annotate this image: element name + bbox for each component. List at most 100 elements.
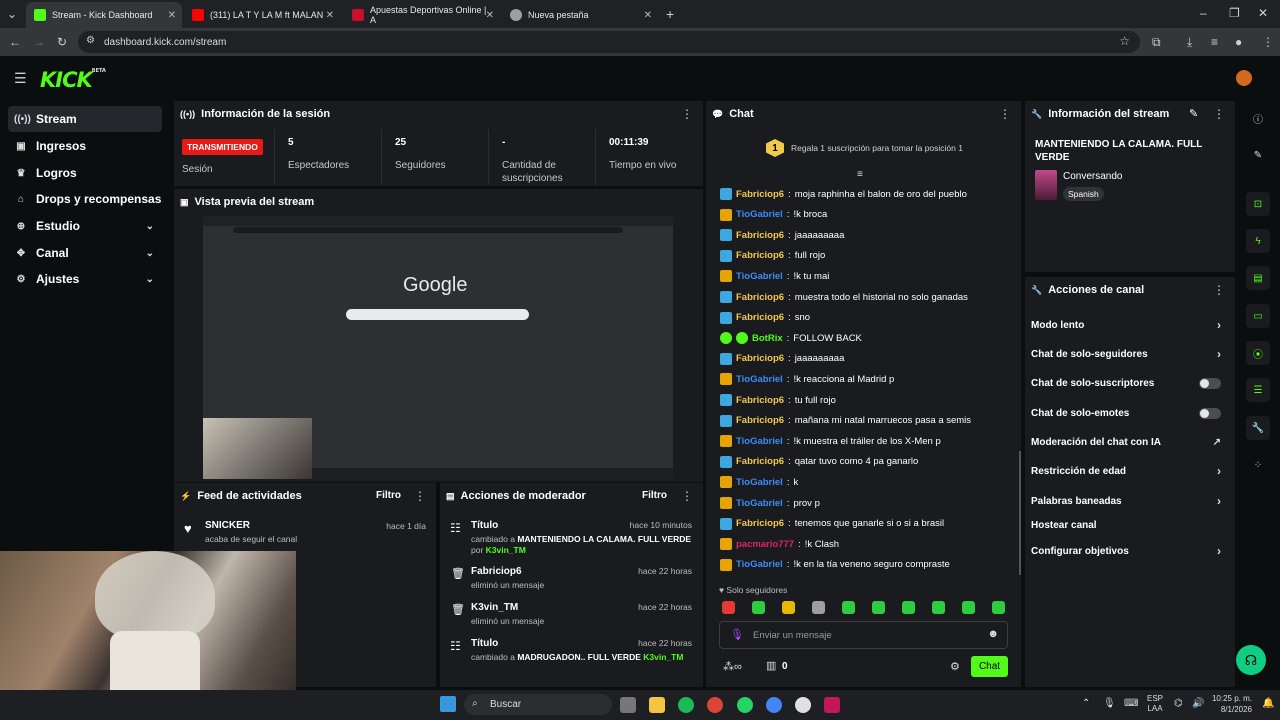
notes-icon[interactable]: ▤ bbox=[1246, 266, 1270, 290]
chat-icon[interactable]: ▭ bbox=[1246, 304, 1270, 328]
network-icon[interactable]: ⌬ bbox=[1174, 698, 1183, 709]
microphone-icon[interactable]: 🎙 bbox=[1103, 698, 1116, 709]
chat-username[interactable]: TioGabriel bbox=[736, 374, 783, 385]
desc-user[interactable]: K3vin_TM bbox=[643, 652, 683, 662]
chat-username[interactable]: TioGabriel bbox=[736, 498, 783, 509]
notification-bell-icon[interactable]: 🔔 bbox=[1262, 698, 1274, 709]
profile-avatar-icon[interactable]: ● bbox=[1235, 35, 1242, 49]
volume-icon[interactable]: 🔊 bbox=[1192, 698, 1204, 709]
store-icon[interactable]: ▥ bbox=[766, 659, 776, 672]
emote-shortcut-icon[interactable] bbox=[812, 601, 825, 614]
action-ai-moderation[interactable]: Moderación del chat con IA ↗ bbox=[1031, 432, 1227, 452]
tab-kick-dashboard[interactable]: Stream - Kick Dashboard ✕ bbox=[26, 2, 182, 28]
desc-user[interactable]: K3vin_TM bbox=[486, 545, 526, 555]
emote-shortcut-icon[interactable] bbox=[782, 601, 795, 614]
maximize-icon[interactable]: ❐ bbox=[1229, 6, 1240, 20]
chat-send-button[interactable]: Chat bbox=[971, 656, 1008, 677]
chat-username[interactable]: Fabriciop6 bbox=[736, 230, 784, 241]
tray-chevron-icon[interactable]: ⌃ bbox=[1082, 698, 1090, 709]
taskbar-search-box[interactable]: ⌕ Buscar bbox=[464, 694, 612, 715]
info-icon[interactable]: ⓘ bbox=[1246, 106, 1270, 130]
raid-icon[interactable]: ⊡ bbox=[1246, 192, 1270, 216]
subs-only-toggle[interactable] bbox=[1199, 377, 1221, 389]
sidebar-item-ajustes[interactable]: ⚙ Ajustes ⌄ bbox=[8, 266, 162, 292]
spotify-icon[interactable] bbox=[678, 697, 694, 713]
chat-username[interactable]: TioGabriel bbox=[736, 209, 783, 220]
app-icon[interactable] bbox=[824, 697, 840, 713]
sidebar-item-stream[interactable]: ((•)) Stream bbox=[8, 106, 162, 132]
address-bar[interactable]: ⚙ dashboard.kick.com/stream ☆ bbox=[78, 31, 1140, 53]
pinned-collapse-icon[interactable]: ≡ bbox=[857, 169, 863, 180]
windows-start-icon[interactable] bbox=[440, 696, 456, 712]
emote-shortcut-icon[interactable] bbox=[842, 601, 855, 614]
sidebar-item-estudio[interactable]: ⊕ Estudio ⌄ bbox=[8, 213, 162, 239]
close-tab-icon[interactable]: ✕ bbox=[168, 10, 176, 21]
modactions-filter-button[interactable]: Filtro bbox=[642, 490, 667, 501]
category-thumbnail[interactable] bbox=[1035, 170, 1057, 200]
chat-username[interactable]: TioGabriel bbox=[736, 436, 783, 447]
emotes-only-toggle[interactable] bbox=[1199, 407, 1221, 419]
new-tab-icon[interactable]: + bbox=[666, 6, 674, 22]
language-indicator[interactable]: ESP LAA bbox=[1147, 694, 1163, 714]
chat-username[interactable]: Fabriciop6 bbox=[736, 353, 784, 364]
widgets-icon[interactable]: ⁘ bbox=[1246, 453, 1270, 477]
reading-list-icon[interactable]: ≡ bbox=[1211, 35, 1218, 49]
emote-shortcut-icon[interactable] bbox=[722, 601, 735, 614]
emote-shortcut-icon[interactable] bbox=[932, 601, 945, 614]
keyboard-icon[interactable]: ⌨ bbox=[1124, 698, 1138, 709]
infinite-points-icon[interactable]: ⁂∞ bbox=[723, 660, 742, 673]
emoji-picker-icon[interactable]: ☻ bbox=[987, 628, 999, 640]
broadcast-icon[interactable]: ⦿ bbox=[1246, 341, 1270, 365]
emote-shortcut-icon[interactable] bbox=[992, 601, 1005, 614]
chrome-active-icon[interactable] bbox=[766, 697, 782, 713]
lightning-icon[interactable]: ϟ bbox=[1246, 229, 1270, 253]
chat-username[interactable]: Fabriciop6 bbox=[736, 312, 784, 323]
whatsapp-icon[interactable] bbox=[737, 697, 753, 713]
kebab-menu-icon[interactable]: ⋮ bbox=[999, 107, 1011, 121]
tools-icon[interactable]: 🔧 bbox=[1246, 416, 1270, 440]
kebab-menu-icon[interactable]: ⋮ bbox=[1213, 107, 1225, 121]
chat-username[interactable]: Fabriciop6 bbox=[736, 518, 784, 529]
sidebar-item-ingresos[interactable]: ▣ Ingresos bbox=[8, 133, 162, 159]
chat-username[interactable]: Fabriciop6 bbox=[736, 250, 784, 261]
action-slow-mode[interactable]: Modo lento › bbox=[1031, 315, 1227, 335]
chat-username[interactable]: pacmario777 bbox=[736, 539, 794, 550]
layout-icon[interactable]: ☰ bbox=[1246, 378, 1270, 402]
bookmark-star-icon[interactable]: ☆ bbox=[1119, 34, 1130, 48]
kebab-menu-icon[interactable]: ⋮ bbox=[681, 107, 693, 121]
back-icon[interactable]: ← bbox=[9, 35, 21, 49]
sidebar-item-logros[interactable]: ♛ Logros bbox=[8, 160, 162, 186]
chat-username[interactable]: Fabriciop6 bbox=[736, 395, 784, 406]
tab-search-icon[interactable]: ⌄ bbox=[7, 7, 17, 21]
kebab-menu-icon[interactable]: ⋮ bbox=[414, 489, 426, 503]
action-followers-only[interactable]: Chat de solo-seguidores › bbox=[1031, 344, 1227, 364]
edit-pencil-icon[interactable]: ✎ bbox=[1189, 107, 1198, 120]
chat-settings-gear-icon[interactable]: ⚙ bbox=[950, 660, 960, 673]
kebab-menu-icon[interactable]: ⋮ bbox=[1213, 283, 1225, 297]
user-avatar[interactable] bbox=[1236, 70, 1252, 86]
taskbar-clock[interactable]: 10:25 p. m. 8/1/2026 bbox=[1208, 693, 1252, 715]
chat-username[interactable]: TioGabriel bbox=[736, 477, 783, 488]
chat-scrollbar[interactable] bbox=[1019, 451, 1021, 575]
pencil-icon[interactable]: ✎ bbox=[1246, 143, 1270, 167]
gift-leaderboard-text[interactable]: Regala 1 suscripción para tomar la posic… bbox=[791, 143, 963, 153]
chat-input[interactable]: 🎙 Enviar un mensaje ☻ bbox=[719, 621, 1008, 649]
close-tab-icon[interactable]: ✕ bbox=[326, 10, 334, 21]
chat-username[interactable]: Fabriciop6 bbox=[736, 456, 784, 467]
chat-username[interactable]: Fabriciop6 bbox=[736, 415, 784, 426]
stream-category[interactable]: Conversando bbox=[1063, 171, 1122, 182]
action-banned-words[interactable]: Palabras baneadas › bbox=[1031, 491, 1227, 511]
chat-username[interactable]: BotRix bbox=[752, 333, 783, 344]
kebab-menu-icon[interactable]: ⋮ bbox=[681, 489, 693, 503]
chat-username[interactable]: TioGabriel bbox=[736, 559, 783, 570]
task-view-icon[interactable] bbox=[620, 697, 636, 713]
reload-icon[interactable]: ↻ bbox=[57, 35, 67, 49]
chat-username[interactable]: Fabriciop6 bbox=[736, 292, 784, 303]
tab-apuestas[interactable]: Apuestas Deportivas Online | A ✕ bbox=[344, 2, 500, 28]
chrome-icon[interactable] bbox=[707, 697, 723, 713]
downloads-icon[interactable]: ⤓ bbox=[1187, 35, 1192, 50]
emote-shortcut-icon[interactable] bbox=[902, 601, 915, 614]
file-explorer-icon[interactable] bbox=[649, 697, 665, 713]
action-host-channel[interactable]: Hostear canal bbox=[1031, 515, 1227, 535]
site-info-icon[interactable]: ⚙ bbox=[86, 35, 95, 46]
